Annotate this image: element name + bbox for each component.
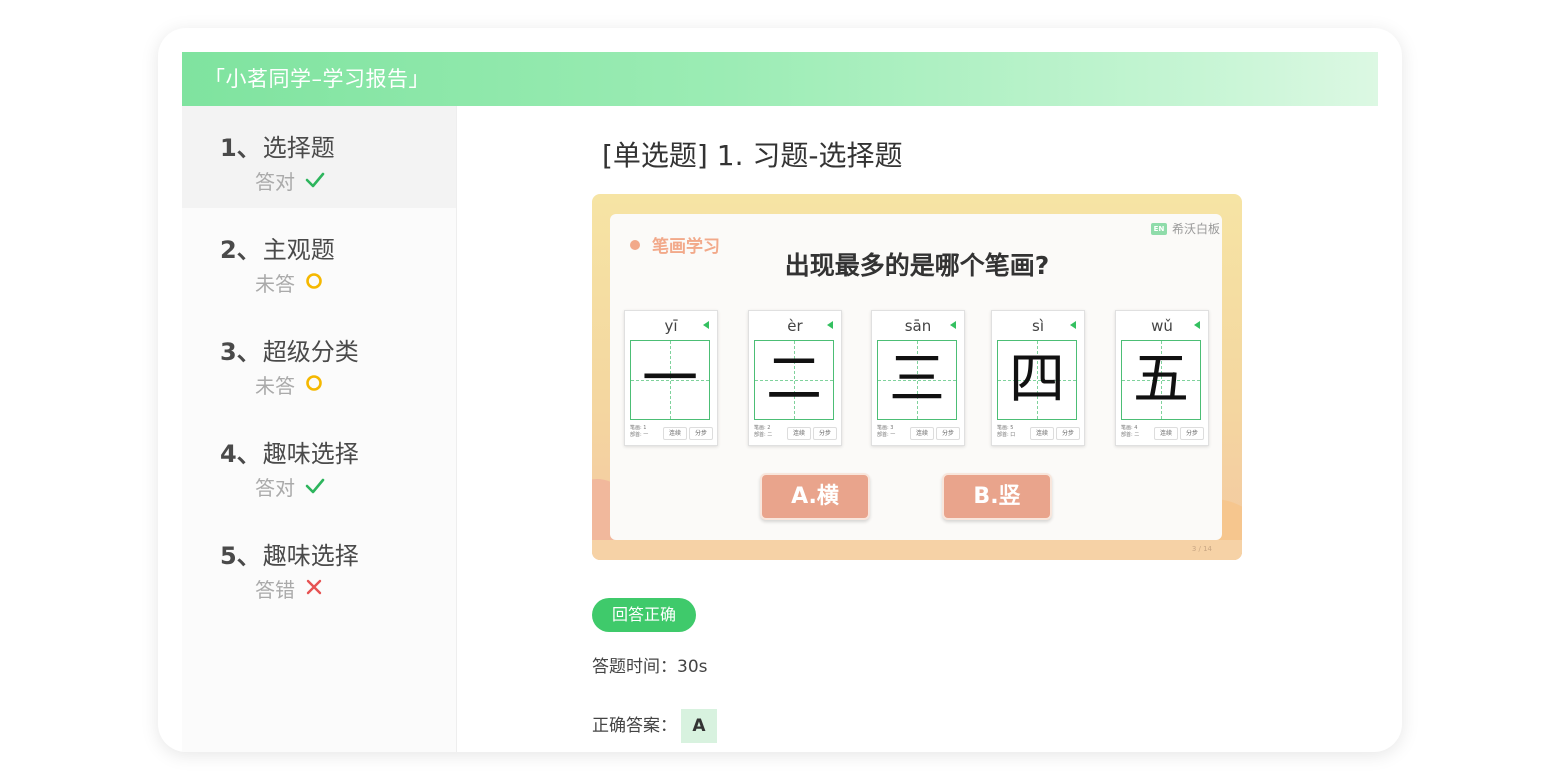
question-slide: 笔画学习 EN 希沃白板 出现最多的是哪个笔画? yī 一 笔画: 1 部首: 一… [592,194,1242,560]
stroke-meta: 笔画: 4 部首: 二 [1121,425,1140,438]
item-status: 答对 [255,170,295,194]
item-label: 趣味选择 [262,542,359,570]
cross-icon [305,577,323,601]
option-a-button[interactable]: A.横 [760,473,870,520]
item-number: 1、 [220,134,261,162]
item-number: 5、 [220,542,261,570]
item-label: 选择题 [262,134,335,162]
time-value: 30s [677,657,708,677]
step-button[interactable]: 分步 [1180,427,1204,440]
answer-label: 正确答案： [592,716,677,736]
item-status: 未答 [255,272,295,296]
sidebar-item-3[interactable]: 3、超级分类 未答 [182,310,456,412]
writing-grid: 二 [754,340,834,420]
item-status: 答错 [255,578,295,602]
answer-time: 答题时间：30s [592,652,708,677]
brand-icon: EN [1150,222,1167,235]
correct-answer: 正确答案： A [592,709,717,743]
sidebar-item-5[interactable]: 5、趣味选择 答错 [182,514,456,616]
continuous-button[interactable]: 连续 [1030,427,1054,440]
speaker-icon[interactable] [1070,321,1076,329]
writing-grid: 三 [877,340,957,420]
item-status: 答对 [255,476,295,500]
brand-logo: EN 希沃白板 [1150,220,1220,237]
hanzi: 二 [766,347,822,412]
check-icon [305,475,325,499]
item-label: 超级分类 [262,338,359,366]
step-button[interactable]: 分步 [813,427,837,440]
time-label: 答题时间： [592,657,677,677]
answer-value: A [681,709,717,743]
speaker-icon[interactable] [703,321,709,329]
continuous-button[interactable]: 连续 [1154,427,1178,440]
stroke-meta: 笔画: 2 部首: 二 [754,425,773,438]
continuous-button[interactable]: 连续 [787,427,811,440]
report-title: 「小茗同学–学习报告」 [204,67,430,91]
report-card: 「小茗同学–学习报告」 1、选择题 答对 2、主观题 未答 3、超级分类 未答 … [158,28,1402,752]
stroke-meta: 笔画: 3 部首: 一 [877,425,896,438]
circle-icon [305,271,323,295]
writing-grid: 四 [997,340,1077,420]
continuous-button[interactable]: 连续 [663,427,687,440]
char-card-3[interactable]: sān 三 笔画: 3 部首: 一 连续 分步 [871,310,965,446]
writing-grid: 一 [630,340,710,420]
item-label: 趣味选择 [262,440,359,468]
question-sidebar: 1、选择题 答对 2、主观题 未答 3、超级分类 未答 4、趣味选择 答对 5、… [182,106,457,752]
hanzi: 五 [1133,347,1189,412]
hanzi: 四 [1009,347,1065,412]
speaker-icon[interactable] [950,321,956,329]
char-card-2[interactable]: èr 二 笔画: 2 部首: 二 连续 分步 [748,310,842,446]
page-indicator: 3 / 14 [1191,545,1212,553]
item-number: 3、 [220,338,261,366]
sidebar-item-2[interactable]: 2、主观题 未答 [182,208,456,310]
speaker-icon[interactable] [1194,321,1200,329]
char-card-5[interactable]: wǔ 五 笔画: 4 部首: 二 连续 分步 [1115,310,1209,446]
stroke-meta: 笔画: 5 部首: 口 [997,425,1016,438]
result-badge: 回答正确 [592,598,696,632]
circle-icon [305,373,323,397]
sidebar-item-1[interactable]: 1、选择题 答对 [182,106,456,208]
question-detail: [单选题] 1. 习题-选择题 笔画学习 EN 希沃白板 出现最多的是哪个笔画? … [456,106,1402,752]
item-number: 4、 [220,440,261,468]
slide-question: 出现最多的是哪个笔画? [784,251,1050,280]
slide-toolbar: 3 / 14 [592,540,1242,560]
sidebar-item-4[interactable]: 4、趣味选择 答对 [182,412,456,514]
report-header: 「小茗同学–学习报告」 [182,52,1378,106]
step-button[interactable]: 分步 [1056,427,1080,440]
step-button[interactable]: 分步 [689,427,713,440]
stroke-meta: 笔画: 1 部首: 一 [630,425,649,438]
writing-grid: 五 [1121,340,1201,420]
char-card-1[interactable]: yī 一 笔画: 1 部首: 一 连续 分步 [624,310,718,446]
item-number: 2、 [220,236,261,264]
hanzi: 一 [642,347,698,412]
question-title: [单选题] 1. 习题-选择题 [602,139,903,172]
item-status: 未答 [255,374,295,398]
brand-name: 希沃白板 [1171,222,1220,236]
continuous-button[interactable]: 连续 [910,427,934,440]
step-button[interactable]: 分步 [936,427,960,440]
check-icon [305,169,325,193]
char-card-4[interactable]: sì 四 笔画: 5 部首: 口 连续 分步 [991,310,1085,446]
option-b-button[interactable]: B.竖 [942,473,1052,520]
item-label: 主观题 [262,236,335,264]
hanzi: 三 [889,347,945,412]
speaker-icon[interactable] [827,321,833,329]
